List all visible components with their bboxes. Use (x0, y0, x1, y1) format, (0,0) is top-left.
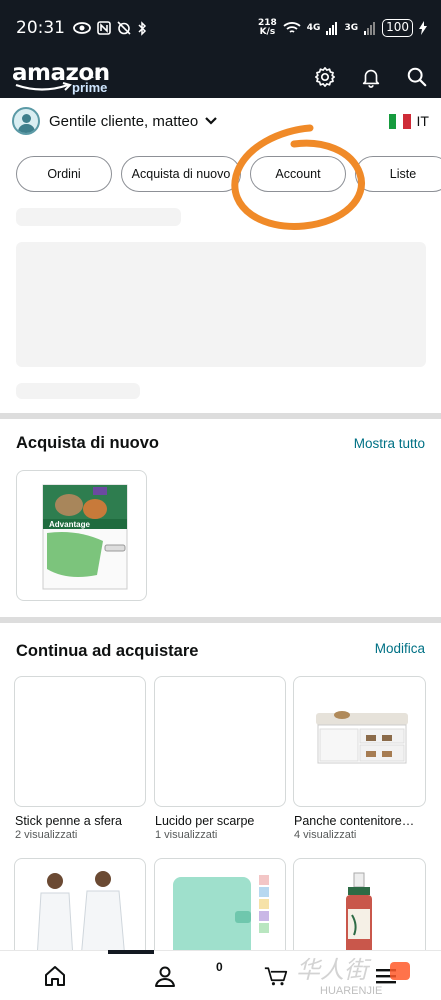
product-views: 2 visualizzati (15, 829, 78, 841)
network-type-1: 4G (306, 23, 321, 33)
italy-flag-icon (388, 113, 411, 129)
network-type-2: 3G (344, 23, 359, 33)
smile-arrow-icon (15, 82, 72, 91)
nfc-icon (97, 21, 111, 35)
pill-account[interactable]: Account (250, 156, 346, 192)
charging-icon (419, 21, 427, 35)
product-name[interactable]: Stick penne a sfera (15, 814, 147, 828)
search-button[interactable] (405, 65, 429, 89)
continue-shopping-title: Continua ad acquistare (16, 642, 199, 660)
section-divider (0, 617, 441, 623)
gear-icon (315, 67, 335, 87)
edit-link[interactable]: Modifica (375, 641, 425, 656)
bench-image (316, 711, 408, 764)
battery-indicator: 100 (382, 19, 413, 37)
app-header: amazon .it prime (0, 56, 441, 98)
loading-placeholder (16, 383, 140, 399)
product-card[interactable] (14, 676, 146, 807)
signal-icon-2 (364, 22, 376, 35)
wifi-icon (283, 22, 301, 33)
section-divider (0, 413, 441, 419)
product-views: 4 visualizzati (294, 829, 357, 841)
amazon-prime-logo[interactable]: amazon .it prime (12, 58, 112, 96)
pill-buy-again[interactable]: Acquista di nuovo (121, 156, 241, 192)
clock: 20:31 (16, 18, 65, 38)
advantage-product-image: Advantage (42, 484, 128, 590)
watermark-logo: 华人街 HUARENJIE (296, 956, 410, 997)
product-card[interactable] (293, 676, 426, 807)
chevron-down-icon[interactable] (204, 116, 218, 126)
eye-icon (73, 22, 91, 34)
active-tab-indicator (108, 950, 154, 954)
bluetooth-icon (138, 20, 147, 36)
buy-again-title: Acquista di nuovo (16, 434, 160, 452)
status-bar: 20:31 218 K/s 4G 3G 100 (0, 0, 441, 56)
product-card[interactable] (154, 676, 286, 807)
home-icon (45, 965, 66, 986)
avatar[interactable] (12, 107, 40, 135)
pill-orders[interactable]: Ordini (16, 156, 112, 192)
nav-cart[interactable] (264, 964, 288, 988)
buy-again-product-card[interactable]: Advantage (16, 470, 147, 601)
nav-account[interactable] (153, 964, 177, 988)
cart-icon (264, 966, 287, 985)
alarm-off-icon (117, 21, 131, 35)
greeting-text[interactable]: Gentile cliente, matteo (49, 113, 198, 130)
show-all-link[interactable]: Mostra tutto (354, 436, 425, 451)
notifications-button[interactable] (359, 65, 383, 89)
account-icon (155, 966, 176, 987)
product-brand: Advantage (49, 520, 90, 529)
language-selector[interactable]: IT (388, 113, 429, 129)
loading-placeholder (16, 208, 181, 226)
loading-placeholder (16, 242, 426, 367)
product-name[interactable]: Lucido per scarpe (155, 814, 287, 828)
language-code: IT (416, 113, 429, 129)
product-views: 1 visualizzati (155, 829, 218, 841)
svg-text:华人街: 华人街 (296, 956, 372, 984)
settings-button[interactable] (313, 65, 337, 89)
cart-count-badge: 0 (216, 960, 223, 974)
greeting-row: Gentile cliente, matteo IT (0, 98, 441, 144)
net-speed: 218 K/s (257, 18, 277, 37)
quick-links: Ordini Acquista di nuovo Account Liste (16, 156, 441, 192)
search-icon (407, 67, 427, 87)
signal-icon (326, 22, 338, 35)
pill-lists[interactable]: Liste (355, 156, 441, 192)
nav-home[interactable] (43, 964, 67, 988)
product-name[interactable]: Panche contenitore… (294, 814, 426, 828)
svg-text:HUARENJIE: HUARENJIE (320, 985, 382, 997)
bell-icon (362, 69, 380, 88)
